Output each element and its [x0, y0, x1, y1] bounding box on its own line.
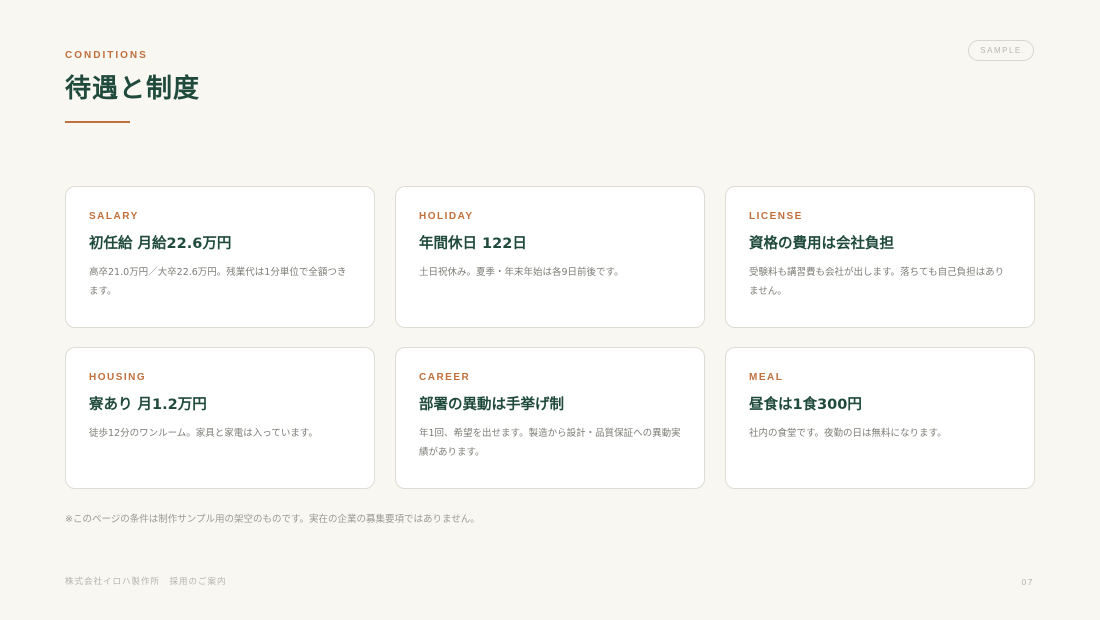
card-description: 徒歩12分のワンルーム。家具と家電は入っています。	[89, 428, 318, 439]
page-title: 待遇と制度	[65, 74, 201, 104]
card-description: 年1回、希望を出せます。製造から設計・品質保証への異動実績があります。	[419, 428, 681, 458]
card-title: 寮あり 月1.2万円	[89, 397, 207, 413]
card-label: MEAL	[749, 372, 784, 383]
disclaimer-footnote: ※このページの条件は制作サンプル用の架空のものです。実在の企業の募集要項ではあり…	[65, 514, 480, 525]
card-description: 土日祝休み。夏季・年末年始は各9日前後です。	[419, 267, 624, 278]
card-description: 社内の食堂です。夜勤の日は無料になります。	[749, 428, 947, 439]
card-salary: SALARY 初任給 月給22.6万円 高卒21.0万円／大卒22.6万円。残業…	[65, 186, 375, 328]
card-label: LICENSE	[749, 211, 803, 222]
card-label: HOUSING	[89, 372, 147, 383]
card-license: LICENSE 資格の費用は会社負担 受験料も講習費も会社が出します。落ちても自…	[725, 186, 1035, 328]
card-description: 受験料も講習費も会社が出します。落ちても自己負担はありません。	[749, 267, 1005, 297]
card-title: 資格の費用は会社負担	[749, 236, 894, 252]
card-description: 高卒21.0万円／大卒22.6万円。残業代は1分単位で全額つきます。	[89, 267, 347, 297]
card-meal: MEAL 昼食は1食300円 社内の食堂です。夜勤の日は無料になります。	[725, 347, 1035, 489]
card-title: 初任給 月給22.6万円	[89, 236, 232, 252]
conditions-card-grid: SALARY 初任給 月給22.6万円 高卒21.0万円／大卒22.6万円。残業…	[65, 186, 1035, 489]
card-career: CAREER 部署の異動は手挙げ制 年1回、希望を出せます。製造から設計・品質保…	[395, 347, 705, 489]
card-title: 年間休日 122日	[419, 236, 527, 252]
card-title: 部署の異動は手挙げ制	[419, 397, 564, 413]
card-title: 昼食は1食300円	[749, 397, 862, 413]
title-underline	[65, 121, 130, 123]
section-eyebrow: CONDITIONS	[65, 50, 148, 61]
card-label: HOLIDAY	[419, 211, 474, 222]
footer-company-name: 株式会社イロハ製作所 採用のご案内	[65, 577, 227, 587]
sample-badge: SAMPLE	[968, 40, 1034, 61]
page-number: 07	[1021, 577, 1034, 587]
page: CONDITIONS 待遇と制度 SAMPLE SALARY 初任給 月給22.…	[0, 0, 1100, 620]
card-label: SALARY	[89, 211, 139, 222]
card-housing: HOUSING 寮あり 月1.2万円 徒歩12分のワンルーム。家具と家電は入って…	[65, 347, 375, 489]
card-label: CAREER	[419, 372, 471, 383]
card-holiday: HOLIDAY 年間休日 122日 土日祝休み。夏季・年末年始は各9日前後です。	[395, 186, 705, 328]
